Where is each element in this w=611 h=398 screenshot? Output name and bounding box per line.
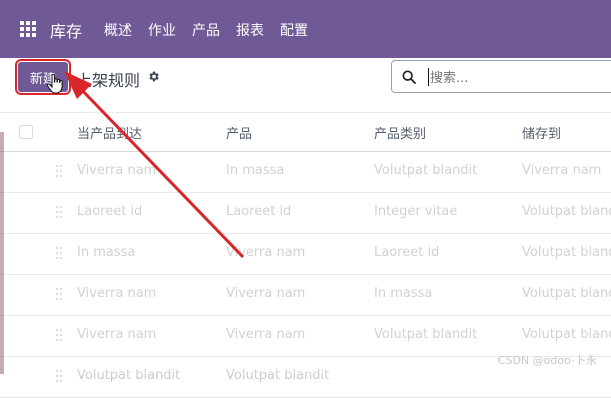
table-cell: Viverra nam xyxy=(77,327,157,342)
table-cell: Viverra nam xyxy=(77,163,157,178)
drag-handle-icon[interactable] xyxy=(56,288,64,300)
table-row[interactable]: Viverra nam Viverra nam In massa Volutpa… xyxy=(0,275,611,316)
table-cell: Volutpat blandit xyxy=(226,368,330,383)
column-header-product-category[interactable]: 产品类别 xyxy=(374,123,426,142)
search-icon xyxy=(402,70,416,84)
table-cell: Laoreet id xyxy=(226,204,292,219)
table-cell: Viverra nam xyxy=(226,245,306,260)
table-cell: In massa xyxy=(77,245,136,260)
table-cell: Viverra nam xyxy=(522,163,602,178)
menu-item-overview[interactable]: 概述 xyxy=(104,20,132,40)
drag-handle-icon[interactable] xyxy=(56,206,64,218)
hand-cursor-icon xyxy=(46,74,63,94)
select-all-checkbox[interactable] xyxy=(19,125,33,139)
app-title[interactable]: 库存 xyxy=(50,18,82,42)
breadcrumb: 上架规则 xyxy=(76,71,141,90)
menu-item-reporting[interactable]: 报表 xyxy=(236,20,264,40)
table-cell: Volutpat blandit xyxy=(374,163,478,178)
table-cell: Volutpat blandit xyxy=(374,327,478,342)
table-row[interactable]: In massa Viverra nam Laoreet id Volutpat… xyxy=(0,234,611,275)
column-header-arrival-product[interactable]: 当产品到达 xyxy=(77,123,142,142)
table-cell: Laoreet id xyxy=(374,245,440,260)
table-cell: Volutpat blandit xyxy=(77,368,181,383)
table-cell: Viverra nam xyxy=(226,286,306,301)
column-header-store-to[interactable]: 储存到 xyxy=(522,123,561,142)
table-cell: Viverra nam xyxy=(226,327,306,342)
drag-handle-icon[interactable] xyxy=(56,247,64,259)
table-cell: Viverra nam xyxy=(77,286,157,301)
main-menu: 概述 作业 产品 报表 配置 xyxy=(104,20,308,40)
table-cell: Laoreet id xyxy=(77,204,143,219)
menu-item-products[interactable]: 产品 xyxy=(192,20,220,40)
table-cell: Volutpat blandit xyxy=(522,204,611,219)
table-cell: Volutpat blandit xyxy=(522,286,611,301)
table-cell: Volutpat blandit xyxy=(522,245,611,260)
drag-handle-icon[interactable] xyxy=(56,370,64,382)
gear-icon[interactable] xyxy=(147,70,160,83)
menu-item-operations[interactable]: 作业 xyxy=(148,20,176,40)
table-row[interactable]: Viverra nam In massa Volutpat blandit Vi… xyxy=(0,152,611,193)
search-box[interactable] xyxy=(391,60,611,93)
watermark: CSDN @odoo-卜永 xyxy=(497,354,597,367)
table-cell: In massa xyxy=(374,286,433,301)
table-row[interactable]: Viverra nam Viverra nam Volutpat blandit… xyxy=(0,316,611,357)
column-header-product[interactable]: 产品 xyxy=(226,123,252,142)
apps-menu-icon[interactable] xyxy=(20,21,36,37)
table-cell: Integer vitae xyxy=(374,204,458,219)
search-input[interactable] xyxy=(428,67,611,89)
menu-item-configuration[interactable]: 配置 xyxy=(280,20,308,40)
table-cell: In massa xyxy=(226,163,285,178)
table-cell: Volutpat blandit xyxy=(522,327,611,342)
table-row[interactable]: Laoreet id Laoreet id Integer vitae Volu… xyxy=(0,193,611,234)
drag-handle-icon[interactable] xyxy=(56,165,64,177)
top-navbar: 库存 概述 作业 产品 报表 配置 xyxy=(0,0,611,58)
drag-handle-icon[interactable] xyxy=(56,329,64,341)
table-header: 当产品到达 产品 产品类别 储存到 xyxy=(0,112,611,152)
background-strip xyxy=(0,132,4,374)
